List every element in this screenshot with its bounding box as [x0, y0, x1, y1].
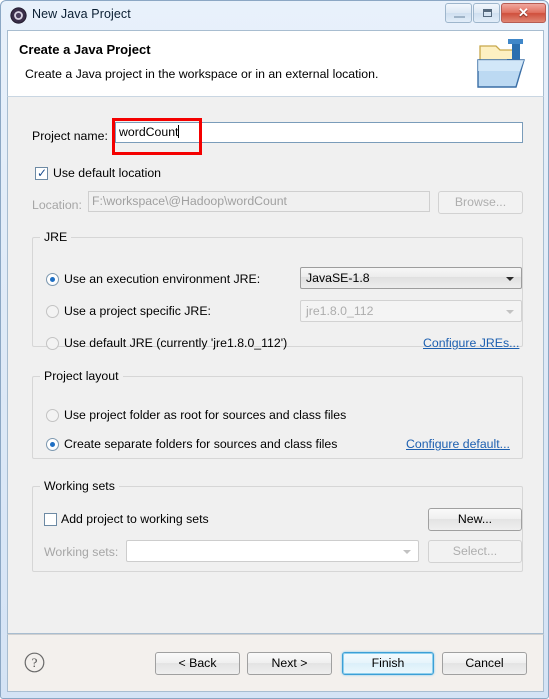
check-icon: ✓ [37, 166, 48, 180]
layout-project-folder-radio[interactable] [46, 409, 59, 422]
use-default-location-label: Use default location [53, 166, 162, 180]
java-project-folder-icon [476, 37, 532, 91]
window-controls: ✕ [444, 3, 546, 24]
new-working-set-button[interactable]: New... [428, 508, 522, 531]
layout-separate-folders-label: Create separate folders for sources and … [64, 437, 338, 451]
chevron-down-icon [403, 550, 411, 554]
cancel-button[interactable]: Cancel [442, 652, 527, 675]
minimize-icon [454, 16, 465, 18]
jre-project-specific-label: Use a project specific JRE: [64, 304, 211, 318]
add-to-working-sets-label: Add project to working sets [61, 512, 209, 526]
finish-button[interactable]: Finish [342, 652, 434, 675]
layout-project-folder-label: Use project folder as root for sources a… [64, 408, 347, 422]
chevron-down-icon [506, 277, 514, 281]
project-name-input[interactable]: wordCount [115, 122, 523, 143]
text-caret [178, 125, 180, 138]
maximize-button[interactable] [473, 3, 500, 23]
jre-group-title: JRE [40, 230, 72, 244]
jre-project-specific-value: jre1.8.0_112 [306, 304, 374, 318]
svg-text:?: ? [32, 655, 38, 670]
radio-dot [50, 442, 55, 447]
configure-jres-link[interactable]: Configure JREs... [423, 336, 519, 350]
close-button[interactable]: ✕ [501, 3, 546, 23]
minimize-button[interactable] [445, 3, 472, 23]
page-title: Create a Java Project [19, 42, 151, 57]
wizard-header: Create a Java Project Create a Java proj… [7, 30, 544, 96]
jre-project-specific-radio[interactable] [46, 305, 59, 318]
close-icon: ✕ [518, 5, 529, 20]
configure-default-link[interactable]: Configure default... [406, 437, 510, 451]
project-layout-group-title: Project layout [40, 369, 123, 383]
project-name-label: Project name: [32, 129, 108, 143]
select-working-set-button[interactable]: Select... [428, 540, 522, 563]
jre-default-label: Use default JRE (currently 'jre1.8.0_112… [64, 336, 288, 350]
browse-button[interactable]: Browse... [438, 191, 523, 214]
wizard-body: Project name: wordCount ✓ Use default lo… [7, 96, 544, 634]
jre-group: JRE [32, 230, 523, 347]
next-button[interactable]: Next > [247, 652, 332, 675]
location-value: F:\workspace\@Hadoop\wordCount [92, 194, 287, 208]
add-to-working-sets-checkbox[interactable] [44, 513, 57, 526]
jre-project-specific-combo[interactable]: jre1.8.0_112 [300, 300, 522, 322]
layout-separate-folders-radio[interactable] [46, 438, 59, 451]
page-subtitle: Create a Java project in the workspace o… [25, 67, 379, 81]
working-sets-group-title: Working sets [40, 479, 119, 493]
project-name-value: wordCount [119, 125, 179, 139]
location-label: Location: [32, 198, 82, 212]
jre-execution-environment-combo[interactable]: JavaSE-1.8 [300, 267, 522, 289]
radio-dot [50, 277, 55, 282]
jre-execution-environment-label: Use an execution environment JRE: [64, 272, 261, 286]
jre-default-radio[interactable] [46, 337, 59, 350]
use-default-location-checkbox[interactable]: ✓ [35, 167, 48, 180]
help-question-icon[interactable]: ? [24, 652, 45, 673]
location-input[interactable]: F:\workspace\@Hadoop\wordCount [88, 191, 430, 212]
jre-execution-environment-radio[interactable] [46, 273, 59, 286]
back-button[interactable]: < Back [155, 652, 240, 675]
jre-execution-environment-value: JavaSE-1.8 [306, 271, 370, 285]
title-bar: New Java Project ✕ [1, 1, 549, 30]
chevron-down-icon [506, 310, 514, 314]
working-sets-label: Working sets: [44, 545, 119, 559]
window-title: New Java Project [32, 7, 131, 21]
eclipse-java-project-icon [10, 7, 27, 24]
restore-icon [483, 9, 492, 17]
new-java-project-dialog: New Java Project ✕ Create a Java Project… [0, 0, 549, 699]
working-sets-combo[interactable] [126, 540, 419, 562]
